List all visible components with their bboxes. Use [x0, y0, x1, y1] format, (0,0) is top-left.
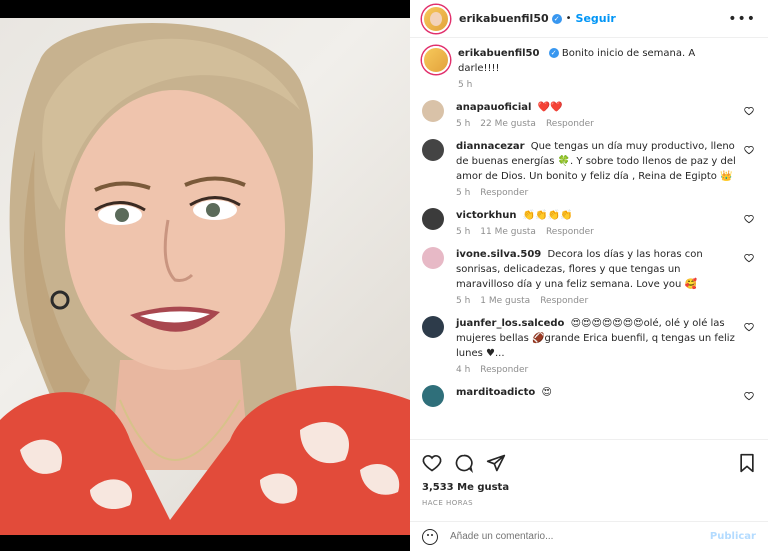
reply-button[interactable]: Responder — [480, 365, 528, 375]
publish-button[interactable]: Publicar — [710, 531, 756, 542]
comment-username[interactable]: marditoadicto — [456, 387, 535, 398]
comments-list[interactable]: erikabuenfil50 ✓ Bonito inicio de semana… — [410, 38, 768, 436]
likes-count[interactable]: 3,533 Me gusta — [410, 478, 768, 493]
comment-age: 5 h — [456, 296, 471, 306]
comment-text: 😍 — [541, 387, 552, 398]
share-send-icon[interactable] — [486, 453, 506, 473]
follow-button[interactable]: Seguir — [576, 12, 616, 25]
comment-bubble-icon[interactable] — [454, 453, 474, 473]
post-header: erikabuenfil50 ✓ • Seguir ••• — [410, 0, 768, 38]
comment-avatar[interactable] — [422, 208, 444, 230]
portrait-illustration — [0, 22, 410, 535]
comment-row: ivone.silva.509 Decora los días y las ho… — [422, 247, 756, 306]
comment-text: ❤️❤️ — [537, 102, 563, 113]
author-username[interactable]: erikabuenfil50 — [459, 12, 549, 25]
comment-text: 👏👏👏👏 — [522, 210, 573, 221]
comment-avatar[interactable] — [422, 247, 444, 269]
comment-row: diannacezar Que tengas un día muy produc… — [422, 139, 756, 198]
comment-age: 4 h — [456, 365, 471, 375]
post-photo[interactable] — [0, 0, 410, 551]
caption-username[interactable]: erikabuenfil50 — [458, 48, 539, 59]
save-bookmark-icon[interactable] — [738, 453, 756, 473]
post-sidebar: erikabuenfil50 ✓ • Seguir ••• erikabuenf… — [410, 0, 768, 551]
comment-age: 5 h — [456, 119, 471, 129]
comment-age: 5 h — [456, 227, 471, 237]
caption-row: erikabuenfil50 ✓ Bonito inicio de semana… — [422, 46, 756, 90]
like-comment-heart-icon[interactable] — [744, 214, 754, 224]
post-actions: 3,533 Me gusta Hace horas Publicar — [410, 439, 768, 551]
more-options-icon[interactable]: ••• — [728, 11, 756, 27]
photo-bottom-bar — [0, 535, 410, 551]
caption-age: 5 h — [458, 80, 473, 90]
caption-avatar[interactable] — [422, 46, 450, 74]
reply-button[interactable]: Responder — [540, 296, 588, 306]
post-timestamp: Hace horas — [422, 499, 474, 507]
emoji-icon[interactable] — [422, 528, 438, 545]
reply-button[interactable]: Responder — [480, 188, 528, 198]
comment-username[interactable]: juanfer_los.salcedo — [456, 318, 564, 329]
comment-avatar[interactable] — [422, 139, 444, 161]
comment-avatar[interactable] — [422, 316, 444, 338]
like-comment-heart-icon[interactable] — [744, 145, 754, 155]
comment-row: juanfer_los.salcedo 😍😍😍😍😍😍😍olé, olé y ol… — [422, 316, 756, 375]
comment-username[interactable]: victorkhun — [456, 210, 516, 221]
comment-likes[interactable]: 11 Me gusta — [480, 227, 536, 237]
comment-input[interactable] — [450, 531, 710, 542]
comment-username[interactable]: anapauoficial — [456, 102, 531, 113]
comment-age: 5 h — [456, 188, 471, 198]
like-comment-heart-icon[interactable] — [744, 253, 754, 263]
comment-likes[interactable]: 22 Me gusta — [480, 119, 536, 129]
verified-badge-icon: ✓ — [548, 48, 559, 58]
like-comment-heart-icon[interactable] — [744, 106, 754, 116]
like-comment-heart-icon[interactable] — [744, 322, 754, 332]
like-comment-heart-icon[interactable] — [744, 391, 754, 401]
comment-row: marditoadicto 😍 — [422, 385, 756, 407]
comment-username[interactable]: ivone.silva.509 — [456, 249, 541, 260]
comment-avatar[interactable] — [422, 100, 444, 122]
comment-row: victorkhun 👏👏👏👏 5 h 11 Me gusta Responde… — [422, 208, 756, 237]
add-comment-bar: Publicar — [410, 521, 768, 551]
verified-badge-icon: ✓ — [551, 13, 562, 24]
separator-dot: • — [565, 13, 572, 24]
comment-avatar[interactable] — [422, 385, 444, 407]
like-heart-icon[interactable] — [422, 453, 442, 473]
comment-row: anapauoficial ❤️❤️ 5 h 22 Me gusta Respo… — [422, 100, 756, 129]
author-avatar[interactable] — [422, 4, 450, 33]
action-icons — [410, 440, 768, 478]
reply-button[interactable]: Responder — [546, 119, 594, 129]
comment-username[interactable]: diannacezar — [456, 141, 525, 152]
reply-button[interactable]: Responder — [546, 227, 594, 237]
instagram-post-modal: erikabuenfil50 ✓ • Seguir ••• erikabuenf… — [0, 0, 768, 551]
comment-likes[interactable]: 1 Me gusta — [480, 296, 530, 306]
